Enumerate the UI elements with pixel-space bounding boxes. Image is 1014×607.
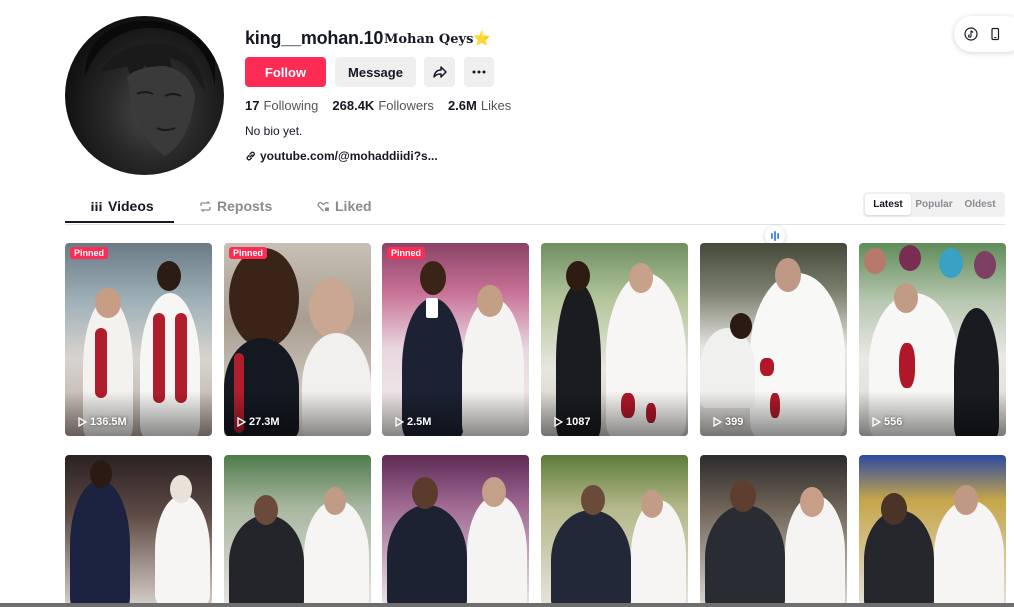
video-card[interactable] bbox=[65, 455, 212, 605]
floating-controls bbox=[954, 16, 1014, 52]
profile-avatar[interactable] bbox=[65, 16, 224, 175]
tab-reposts[interactable]: Reposts bbox=[199, 198, 272, 214]
active-tab-indicator bbox=[65, 221, 174, 223]
play-icon bbox=[554, 417, 563, 427]
video-card[interactable]: 1087 bbox=[541, 243, 688, 436]
video-card[interactable] bbox=[224, 455, 371, 605]
view-count: 1087 bbox=[553, 416, 590, 428]
followers-stat[interactable]: 268.4K Followers bbox=[332, 98, 434, 113]
view-count: 399 bbox=[712, 416, 743, 428]
profile-nickname: Mohan Qeys⭐ bbox=[384, 31, 491, 47]
heart-lock-icon bbox=[317, 201, 329, 211]
link-icon bbox=[246, 151, 255, 161]
view-count: 136.5M bbox=[77, 416, 127, 428]
grid-icon bbox=[91, 202, 102, 211]
ellipsis-icon bbox=[472, 70, 486, 74]
play-icon bbox=[395, 417, 404, 427]
video-card[interactable]: 556 bbox=[859, 243, 1006, 436]
sort-oldest[interactable]: Oldest bbox=[957, 194, 1003, 215]
profile-link[interactable]: youtube.com/@mohaddiidi?s... bbox=[245, 149, 438, 163]
phone-icon[interactable] bbox=[988, 27, 1002, 41]
sort-popular[interactable]: Popular bbox=[911, 194, 957, 215]
video-card[interactable] bbox=[700, 455, 847, 605]
sort-toggle: Latest Popular Oldest bbox=[863, 192, 1005, 217]
likes-stat: 2.6M Likes bbox=[447, 98, 512, 113]
pinned-badge: Pinned bbox=[387, 247, 426, 259]
profile-stats: 17 Following 268.4K Followers 2.6M Likes bbox=[245, 98, 511, 113]
view-count: 556 bbox=[871, 416, 902, 428]
profile-username: king__mohan.10 bbox=[245, 28, 384, 48]
video-card[interactable] bbox=[382, 455, 529, 605]
horizontal-scrollbar[interactable] bbox=[0, 603, 1014, 607]
video-card[interactable] bbox=[541, 455, 688, 605]
pinned-badge: Pinned bbox=[70, 247, 109, 259]
star-icon: ⭐ bbox=[473, 31, 491, 47]
video-card[interactable]: 399 bbox=[700, 243, 847, 436]
play-icon bbox=[237, 417, 246, 427]
pinned-badge: Pinned bbox=[229, 247, 268, 259]
following-stat[interactable]: 17 Following bbox=[245, 98, 318, 113]
share-icon bbox=[432, 66, 447, 78]
play-icon bbox=[713, 417, 722, 427]
video-card[interactable] bbox=[859, 455, 1006, 605]
sort-latest[interactable]: Latest bbox=[865, 194, 911, 215]
more-options-button[interactable] bbox=[464, 57, 494, 87]
sound-wave-icon bbox=[771, 231, 779, 241]
follow-button[interactable]: Follow bbox=[245, 57, 326, 87]
message-button[interactable]: Message bbox=[335, 57, 416, 87]
video-card[interactable]: Pinned 2.5M bbox=[382, 243, 529, 436]
tab-liked[interactable]: Liked bbox=[317, 198, 372, 214]
play-icon bbox=[78, 417, 87, 427]
video-card[interactable]: Pinned 136.5M bbox=[65, 243, 212, 436]
play-icon bbox=[872, 417, 881, 427]
tiktok-icon[interactable] bbox=[964, 27, 978, 41]
share-button[interactable] bbox=[424, 57, 455, 87]
profile-bio: No bio yet. bbox=[245, 124, 303, 138]
tab-videos[interactable]: Videos bbox=[91, 198, 154, 214]
video-card[interactable]: Pinned 27.3M bbox=[224, 243, 371, 436]
view-count: 2.5M bbox=[394, 416, 431, 428]
view-count: 27.3M bbox=[236, 416, 280, 428]
repost-icon bbox=[200, 200, 211, 212]
